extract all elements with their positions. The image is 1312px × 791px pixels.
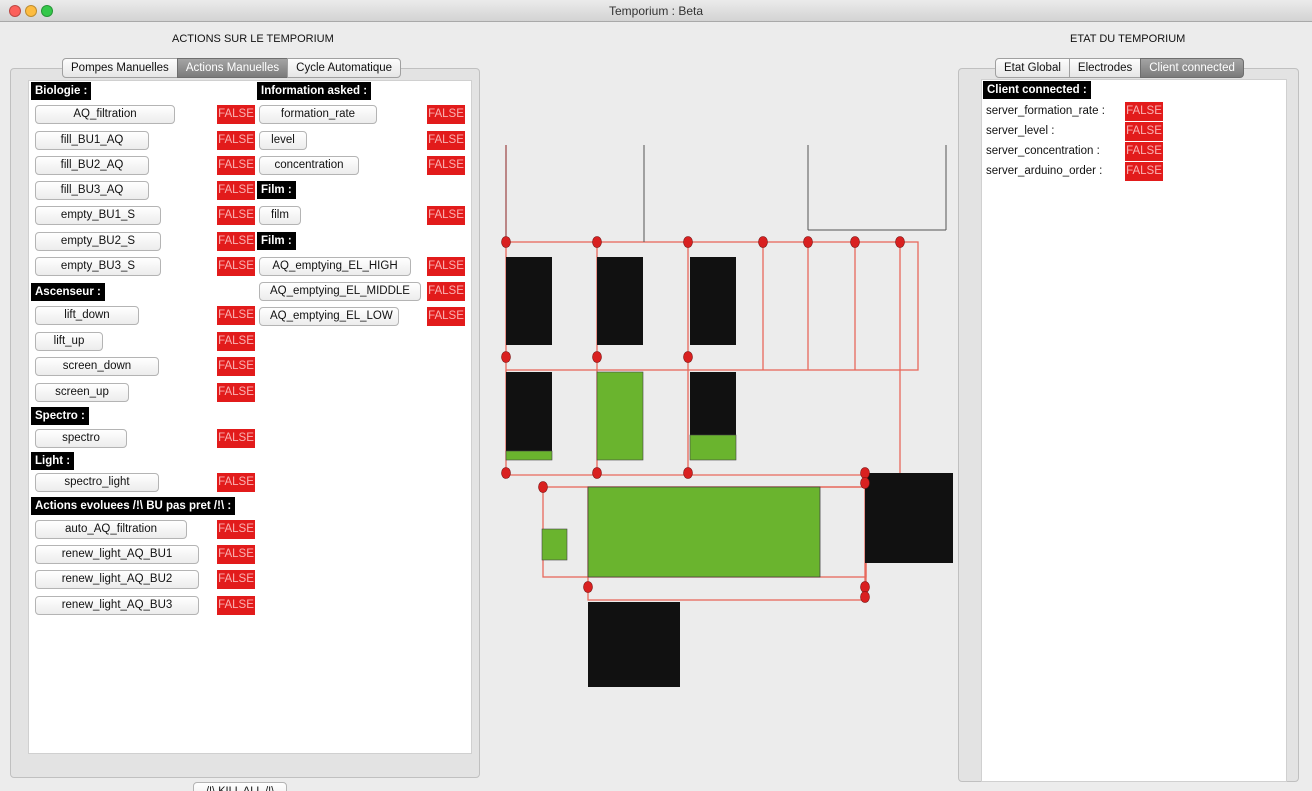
server-formation-rate-status: FALSE [1125,102,1163,121]
formation-rate-button[interactable]: formation_rate [259,105,377,124]
aquarium-tank [587,486,821,578]
section-light: Light : [31,452,75,470]
tank-bu1-bottom [506,372,552,460]
spectro-button[interactable]: spectro [35,429,127,448]
screen-down-button[interactable]: screen_down [35,357,159,376]
film-status: FALSE [427,206,465,225]
tanks [505,257,953,687]
auto-aq-filtration-status: FALSE [217,520,255,539]
aq-emptying-el-low-status: FALSE [427,307,465,326]
tab-pompes-manuelles[interactable]: Pompes Manuelles [62,58,178,78]
empty-bu1-s-status: FALSE [217,206,255,225]
section-film-emptying: Film : [257,232,296,250]
level-button[interactable]: level [259,131,307,150]
screen-up-status: FALSE [217,383,255,402]
tank-bu2-top [597,257,643,345]
fill-bu2-aq-status: FALSE [217,156,255,175]
aq-emptying-el-high-status: FALSE [427,257,465,276]
aq-emptying-el-high-button[interactable]: AQ_emptying_EL_HIGH [259,257,411,276]
section-ascenseur: Ascenseur : [31,283,105,301]
fill-bu1-aq-status: FALSE [217,131,255,150]
concentration-button[interactable]: concentration [259,156,359,175]
spectro-status: FALSE [217,429,255,448]
client-connected-content: Client connected : server_formation_rate… [981,79,1287,782]
actions-content-area: Biologie : AQ_filtration FALSE fill_BU1_… [28,80,472,754]
film-button[interactable]: film [259,206,301,225]
kill-all-button[interactable]: /!\ KILL ALL /!\ [193,782,288,791]
left-tabs: Pompes Manuelles Actions Manuelles Cycle… [62,58,402,78]
auto-aq-filtration-button[interactable]: auto_AQ_filtration [35,520,187,539]
section-actions-evoluees: Actions evoluees /!\ BU pas pret /!\ : [31,497,236,515]
window-title: Temporium : Beta [608,4,704,18]
left-panel-heading: ACTIONS SUR LE TEMPORIUM [172,33,334,45]
aq-emptying-el-middle-button[interactable]: AQ_emptying_EL_MIDDLE [259,282,421,301]
tab-client-connected[interactable]: Client connected [1140,58,1244,78]
empty-bu3-s-status: FALSE [217,257,255,276]
empty-bu2-s-status: FALSE [217,232,255,251]
renew-light-aq-bu2-status: FALSE [217,570,255,589]
server-arduino-order-status: FALSE [1125,162,1163,181]
server-level-label: server_level : [986,125,1055,137]
side-tank [865,473,953,563]
screen-up-button[interactable]: screen_up [35,383,129,402]
right-panel-heading: ETAT DU TEMPORIUM [1070,33,1186,45]
renew-light-aq-bu1-button[interactable]: renew_light_AQ_BU1 [35,545,199,564]
renew-light-aq-bu1-status: FALSE [217,545,255,564]
section-biologie: Biologie : [31,82,92,100]
renew-light-aq-bu3-status: FALSE [217,596,255,615]
fill-bu3-aq-button[interactable]: fill_BU3_AQ [35,181,149,200]
small-tank [541,528,568,561]
renew-light-aq-bu2-button[interactable]: renew_light_AQ_BU2 [35,570,199,589]
aq-filtration-button[interactable]: AQ_filtration [35,105,175,124]
aq-emptying-el-middle-status: FALSE [427,282,465,301]
tank-bu2-level [596,371,644,461]
aq-emptying-el-low-button[interactable]: AQ_emptying_EL_LOW [259,307,399,326]
section-film: Film : [257,181,296,199]
bottom-tank [588,602,680,687]
tank-bu1-level [505,450,553,461]
level-status: FALSE [427,131,465,150]
spectro-light-button[interactable]: spectro_light [35,473,159,492]
tank-bu1-top [506,257,552,345]
tab-actions-manuelles[interactable]: Actions Manuelles [176,58,289,78]
empty-bu3-s-button[interactable]: empty_BU3_S [35,257,161,276]
section-client-connected: Client connected : [983,81,1091,99]
lift-down-button[interactable]: lift_down [35,306,139,325]
server-concentration-label: server_concentration : [986,145,1100,157]
spectro-light-status: FALSE [217,473,255,492]
server-level-status: FALSE [1125,122,1163,141]
renew-light-aq-bu3-button[interactable]: renew_light_AQ_BU3 [35,596,199,615]
fill-bu2-aq-button[interactable]: fill_BU2_AQ [35,156,149,175]
tab-electrodes[interactable]: Electrodes [1068,58,1142,78]
lift-up-button[interactable]: lift_up [35,332,103,351]
fill-bu1-aq-button[interactable]: fill_BU1_AQ [35,131,149,150]
server-arduino-order-label: server_arduino_order : [986,165,1103,177]
formation-rate-status: FALSE [427,105,465,124]
screen-down-status: FALSE [217,357,255,376]
inlet-lines [505,145,947,242]
empty-bu1-s-button[interactable]: empty_BU1_S [35,206,161,225]
section-spectro: Spectro : [31,407,89,425]
tank-bu3-level [689,434,737,461]
aq-filtration-status: FALSE [217,105,255,124]
title-bar: Temporium : Beta [0,0,1312,22]
tab-cycle-automatique[interactable]: Cycle Automatique [287,58,402,78]
empty-bu2-s-button[interactable]: empty_BU2_S [35,232,161,251]
concentration-status: FALSE [427,156,465,175]
server-formation-rate-label: server_formation_rate : [986,105,1105,117]
tab-etat-global[interactable]: Etat Global [995,58,1070,78]
lift-up-status: FALSE [217,332,255,351]
section-information-asked: Information asked : [257,82,372,100]
lift-down-status: FALSE [217,306,255,325]
temporium-schematic [501,145,953,687]
right-tabs: Etat Global Electrodes Client connected [995,58,1244,78]
tank-bu3-top [690,257,736,345]
server-concentration-status: FALSE [1125,142,1163,161]
fill-bu3-aq-status: FALSE [217,181,255,200]
